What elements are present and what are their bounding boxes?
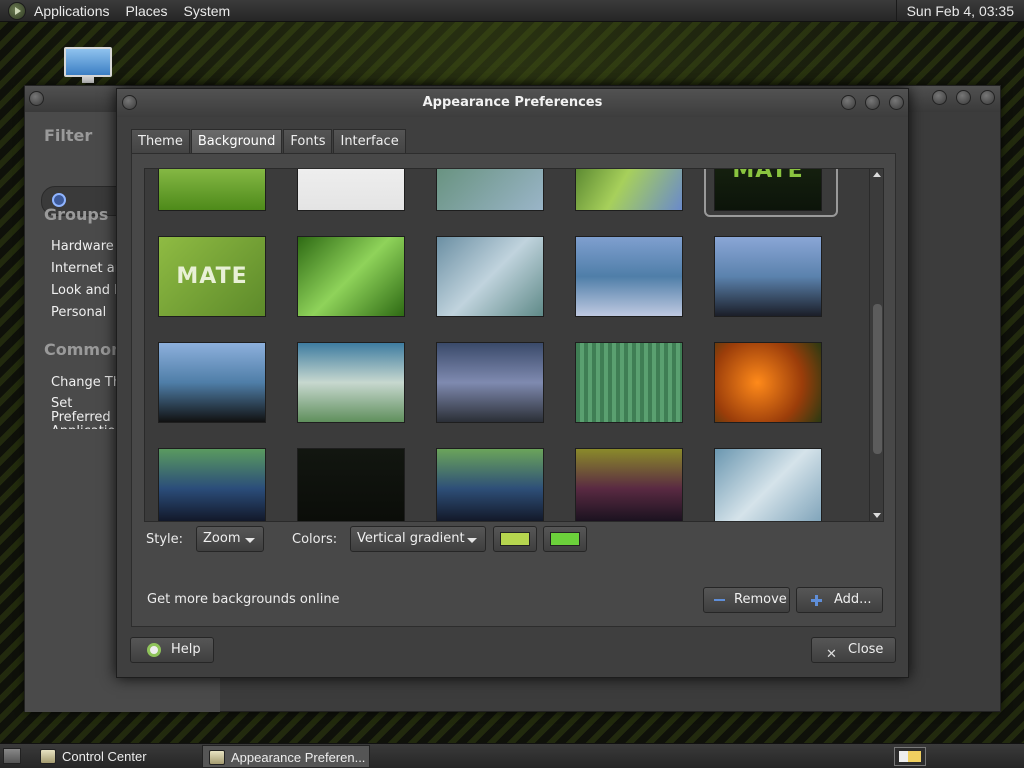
- bottom-panel: Control Center Appearance Preferen...: [0, 743, 1024, 768]
- wallpaper-thumbnail[interactable]: [436, 169, 544, 211]
- help-button[interactable]: Help: [130, 637, 214, 663]
- group-look-and-feel[interactable]: Look and Feel: [51, 283, 119, 298]
- wallpaper-thumbnail[interactable]: [297, 169, 405, 211]
- wallpaper-thumbnail[interactable]: MATE: [158, 236, 266, 317]
- wallpaper-thumbnail[interactable]: [436, 342, 544, 423]
- window-menu-icon[interactable]: [29, 91, 44, 106]
- scroll-up-icon[interactable]: [873, 172, 881, 177]
- primary-color-button[interactable]: [493, 526, 537, 552]
- minimize-icon[interactable]: [841, 95, 856, 110]
- minus-icon: [714, 599, 725, 601]
- group-internet[interactable]: Internet and Network: [51, 261, 119, 276]
- remove-button-label: Remove: [734, 592, 787, 607]
- wallpaper-thumbnail[interactable]: MATE: [714, 168, 822, 211]
- style-select-value: Zoom: [203, 531, 241, 546]
- maximize-icon[interactable]: [865, 95, 880, 110]
- menu-places[interactable]: Places: [118, 0, 176, 22]
- wallpaper-thumbnail[interactable]: [714, 342, 822, 423]
- dialog-title: Appearance Preferences: [422, 95, 603, 110]
- computer-desktop-icon[interactable]: [64, 47, 112, 83]
- wallpaper-thumbnail[interactable]: [436, 236, 544, 317]
- wallpaper-thumbnail[interactable]: [158, 342, 266, 423]
- wallpaper-thumbnail[interactable]: [714, 448, 822, 521]
- close-button-label: Close: [848, 642, 884, 657]
- task-appearance[interactable]: Appearance Preferen...: [202, 745, 370, 768]
- control-center-icon: [40, 749, 56, 764]
- style-select[interactable]: Zoom: [196, 526, 264, 552]
- menu-system[interactable]: System: [176, 0, 239, 22]
- group-hardware[interactable]: Hardware: [51, 239, 119, 254]
- remove-button[interactable]: Remove: [703, 587, 790, 613]
- tab-background[interactable]: Background: [190, 129, 283, 154]
- task-appearance-label: Appearance Preferen...: [231, 750, 366, 765]
- tab-theme[interactable]: Theme: [131, 129, 190, 154]
- task-control-center[interactable]: Control Center: [34, 745, 198, 768]
- help-button-label: Help: [171, 642, 201, 657]
- tab-bar: Theme Background Fonts Interface: [131, 129, 407, 154]
- monitor-screen: [64, 47, 112, 77]
- scroll-thumb[interactable]: [873, 304, 882, 454]
- primary-color-swatch: [500, 532, 530, 546]
- wallpaper-thumbnail[interactable]: [158, 448, 266, 521]
- mate-logo-text: MATE: [176, 264, 248, 289]
- tab-fonts[interactable]: Fonts: [283, 129, 333, 154]
- close-button[interactable]: ✕ Close: [811, 637, 896, 663]
- plus-icon: [811, 595, 822, 606]
- add-button[interactable]: Add...: [796, 587, 883, 613]
- add-button-label: Add...: [834, 592, 872, 607]
- style-label: Style:: [146, 532, 184, 547]
- workspace-switcher[interactable]: [894, 747, 926, 766]
- tab-interface[interactable]: Interface: [333, 129, 406, 154]
- wallpaper-thumbnail[interactable]: [714, 236, 822, 317]
- clock[interactable]: Sun Feb 4, 03:35: [895, 0, 1024, 22]
- wallpaper-grid[interactable]: MATE MATE: [144, 168, 884, 522]
- common-heading: Common: [44, 340, 123, 359]
- menu-applications[interactable]: Applications: [26, 0, 118, 22]
- common-set-preferred-apps[interactable]: Set Preferred Applications: [51, 397, 119, 429]
- background-tab-panel: MATE MATE Style: Zoom Colors: Vertical gr…: [131, 153, 896, 627]
- colors-label: Colors:: [292, 532, 338, 547]
- close-x-icon: ✕: [826, 647, 837, 662]
- filter-heading: Filter: [44, 126, 93, 145]
- chevron-down-icon: [245, 538, 255, 543]
- mate-logo-icon[interactable]: [8, 1, 26, 20]
- help-lifebuoy-icon: [147, 643, 161, 657]
- wallpaper-thumbnail[interactable]: [575, 342, 683, 423]
- vertical-scrollbar[interactable]: [869, 169, 883, 521]
- common-change-theme[interactable]: Change Theme: [51, 375, 119, 390]
- close-icon[interactable]: [980, 90, 995, 105]
- maximize-icon[interactable]: [956, 90, 971, 105]
- monitor-stand: [82, 77, 94, 83]
- show-desktop-icon[interactable]: [3, 748, 21, 764]
- more-backgrounds-link[interactable]: Get more backgrounds online: [147, 592, 340, 607]
- wallpaper-thumbnail[interactable]: [297, 342, 405, 423]
- colors-select[interactable]: Vertical gradient: [350, 526, 486, 552]
- groups-heading: Groups: [44, 205, 109, 224]
- group-personal[interactable]: Personal: [51, 305, 119, 320]
- wallpaper-thumbnail[interactable]: [436, 448, 544, 521]
- appearance-dialog: Appearance Preferences Theme Background …: [116, 88, 909, 678]
- scroll-down-icon[interactable]: [873, 513, 881, 518]
- wallpaper-thumbnail[interactable]: [297, 448, 405, 521]
- wallpaper-thumbnail[interactable]: [575, 448, 683, 521]
- colors-select-value: Vertical gradient: [357, 531, 465, 546]
- wallpaper-thumbnail[interactable]: [297, 236, 405, 317]
- secondary-color-button[interactable]: [543, 526, 587, 552]
- mate-logo-text: MATE: [732, 168, 804, 183]
- workspace-preview-icon: [899, 751, 921, 762]
- wallpaper-thumbnail[interactable]: [575, 169, 683, 211]
- top-panel: Applications Places System Sun Feb 4, 03…: [0, 0, 1024, 22]
- task-control-center-label: Control Center: [62, 749, 147, 764]
- appearance-titlebar[interactable]: Appearance Preferences: [117, 89, 908, 117]
- wallpaper-thumbnail[interactable]: [158, 169, 266, 211]
- chevron-down-icon: [467, 538, 477, 543]
- wallpaper-thumbnail[interactable]: [575, 236, 683, 317]
- appearance-icon: [209, 750, 225, 765]
- secondary-color-swatch: [550, 532, 580, 546]
- minimize-icon[interactable]: [932, 90, 947, 105]
- close-icon[interactable]: [889, 95, 904, 110]
